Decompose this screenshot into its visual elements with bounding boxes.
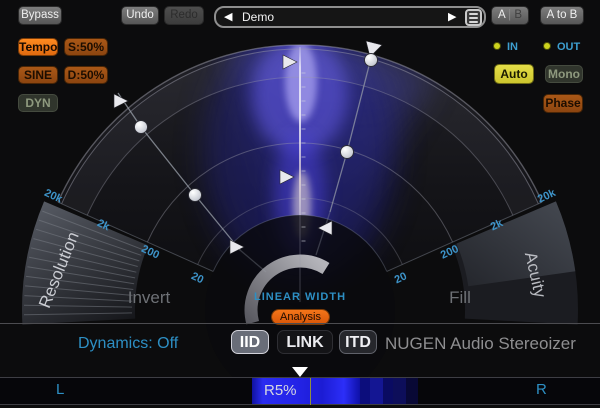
bypass-button[interactable]: Bypass (19, 7, 61, 24)
link-button[interactable]: LINK (277, 330, 333, 354)
itd-button[interactable]: ITD (339, 330, 377, 354)
slider-level-band (383, 378, 393, 404)
a-to-b-button[interactable]: A to B (541, 7, 583, 24)
preset-selector[interactable]: ◀ Demo ▶ (214, 6, 486, 28)
undo-button[interactable]: Undo (122, 7, 158, 24)
phase-button[interactable]: Phase (544, 95, 582, 112)
ab-compare-button[interactable]: A | B (492, 7, 528, 24)
auto-button[interactable]: Auto (495, 65, 533, 83)
stereoizer-window: Resolution Acuity (0, 0, 600, 408)
preset-prev-icon[interactable]: ◀ (224, 8, 232, 26)
out-led (544, 43, 550, 49)
dynamics-status[interactable]: Dynamics: Off (78, 335, 178, 353)
envelope-handle[interactable] (365, 54, 378, 67)
ab-b-label: B (514, 9, 522, 21)
envelope-handle[interactable] (189, 189, 202, 202)
preset-next-icon[interactable]: ▶ (448, 8, 456, 26)
slider-right-label: R (536, 381, 547, 398)
in-label: IN (507, 41, 518, 53)
sine-button[interactable]: SINE (19, 67, 57, 83)
envelope-handle[interactable] (135, 121, 148, 134)
preset-menu-icon[interactable] (465, 9, 482, 26)
envelope-handle[interactable] (341, 146, 354, 159)
mono-button[interactable]: Mono (546, 66, 582, 82)
ab-separator: | (505, 9, 514, 21)
width-slider-track[interactable]: R5% (0, 377, 600, 405)
tempo-button[interactable]: Tempo (19, 39, 57, 55)
marker-triangle[interactable] (114, 94, 128, 108)
separator-line (0, 323, 600, 324)
redo-button[interactable]: Redo (165, 7, 203, 24)
slider-marker-triangle[interactable] (292, 367, 308, 377)
sync-value-button[interactable]: S:50% (65, 39, 107, 55)
slider-position-line (310, 378, 311, 405)
freq-label-left-20: 20 (189, 270, 205, 286)
preset-name[interactable]: Demo (242, 8, 274, 26)
dyn-button[interactable]: DYN (19, 95, 57, 111)
slider-level-band (406, 378, 418, 404)
iid-button[interactable]: IID (231, 330, 269, 354)
slider-level-band (360, 378, 370, 404)
analysis-button[interactable]: Analysis (272, 310, 329, 324)
brand-text: NUGEN Audio Stereoizer (385, 334, 576, 354)
ab-a-label: A (498, 9, 505, 21)
freq-label-right-20: 20 (393, 270, 409, 286)
slider-left-label: L (56, 381, 64, 398)
in-led (494, 43, 500, 49)
slider-value: R5% (264, 382, 297, 399)
out-label: OUT (557, 41, 580, 53)
slider-level-band (370, 378, 383, 404)
slider-level-band (393, 378, 406, 404)
linear-width-label: LINEAR WIDTH (0, 291, 600, 303)
depth-value-button[interactable]: D:50% (65, 67, 107, 83)
